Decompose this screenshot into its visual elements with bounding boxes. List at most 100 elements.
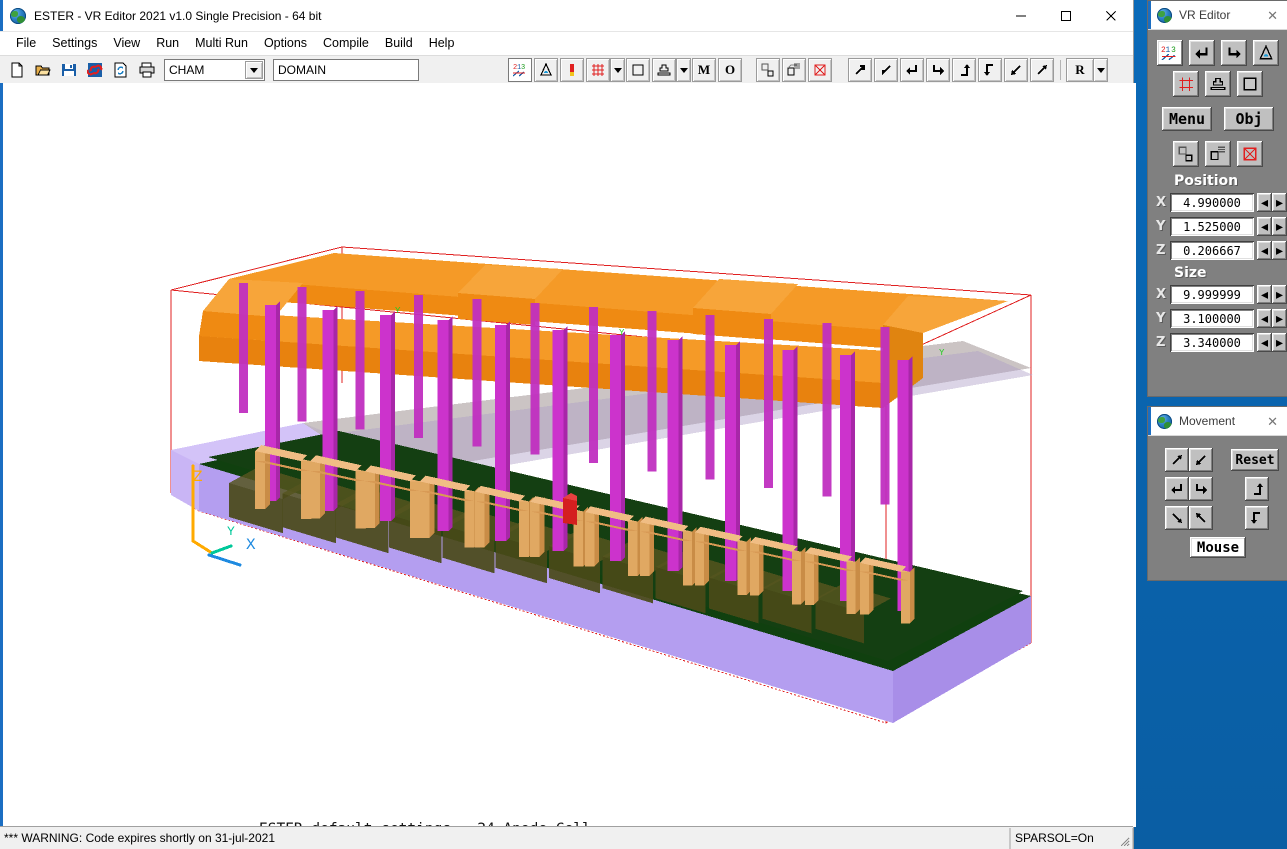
menu-bar: File Settings View Run Multi Run Options… xyxy=(0,32,1133,55)
rotate-down-icon[interactable] xyxy=(1245,506,1269,530)
mouse-button[interactable]: Mouse xyxy=(1190,537,1246,558)
spin-right-icon[interactable]: ▸ xyxy=(1272,193,1287,212)
position-x-input[interactable]: 4.990000 xyxy=(1170,193,1254,212)
grid-icon[interactable] xyxy=(586,58,610,82)
spin-left-icon[interactable]: ◂ xyxy=(1257,193,1272,212)
probe-icon[interactable] xyxy=(534,58,558,82)
model-facet xyxy=(430,477,435,538)
square-filled-icon[interactable] xyxy=(1237,71,1263,97)
move-up-right-icon[interactable] xyxy=(1165,448,1189,472)
vr-editor-panel: VR Editor ✕ 213 xyxy=(1147,0,1287,397)
move-up-right-diag-icon[interactable] xyxy=(1189,506,1213,530)
spin-left-icon[interactable]: ◂ xyxy=(1257,217,1272,236)
letter-o-icon[interactable]: O xyxy=(718,58,742,82)
spin-left-icon[interactable]: ◂ xyxy=(1257,333,1272,352)
position-y-input[interactable]: 1.525000 xyxy=(1170,217,1254,236)
thermometer-icon[interactable] xyxy=(560,58,584,82)
main-window: ESTER - VR Editor 2021 v1.0 Single Preci… xyxy=(0,0,1134,849)
model-facet xyxy=(356,291,365,430)
reset-button[interactable]: Reset xyxy=(1231,449,1279,471)
up-arrow-hook-icon[interactable] xyxy=(952,58,976,82)
probe-icon[interactable] xyxy=(1253,40,1279,66)
new-document-icon[interactable] xyxy=(5,58,29,82)
menu-build[interactable]: Build xyxy=(377,34,421,52)
rotate-down-left-icon[interactable] xyxy=(874,58,898,82)
turn-left-icon[interactable] xyxy=(1189,40,1215,66)
spin-left-icon[interactable]: ◂ xyxy=(1257,241,1272,260)
turn-left-icon[interactable] xyxy=(900,58,924,82)
viewport-3d[interactable]: Y Y Y Z X Y ESTER default settings - 24 … xyxy=(0,83,1136,827)
maximize-button[interactable] xyxy=(1043,0,1088,31)
menu-compile[interactable]: Compile xyxy=(315,34,377,52)
print-icon[interactable] xyxy=(135,58,159,82)
iron-icon[interactable] xyxy=(652,58,676,82)
move-up-right-icon[interactable] xyxy=(1030,58,1054,82)
vr-editor-close-button[interactable]: ✕ xyxy=(1267,9,1278,22)
domain-field[interactable]: DOMAIN xyxy=(273,59,419,81)
menu-run[interactable]: Run xyxy=(148,34,187,52)
geometry-icon[interactable] xyxy=(782,58,806,82)
turn-right-icon[interactable] xyxy=(1221,40,1247,66)
spin-right-icon[interactable]: ▸ xyxy=(1272,309,1287,328)
case-combo[interactable]: CHAM xyxy=(164,59,265,81)
r-button[interactable]: R xyxy=(1066,58,1094,82)
grid-icon[interactable] xyxy=(1173,71,1199,97)
link-icon[interactable] xyxy=(83,58,107,82)
rotate-up-right-icon[interactable] xyxy=(848,58,872,82)
objects-icon[interactable] xyxy=(756,58,780,82)
position-heading: Position xyxy=(1148,173,1287,189)
obj-button[interactable]: Obj xyxy=(1224,107,1274,131)
save-disk-icon[interactable] xyxy=(57,58,81,82)
spin-left-icon[interactable]: ◂ xyxy=(1257,285,1272,304)
app-globe-icon xyxy=(10,8,26,24)
geometry-icon[interactable] xyxy=(1205,141,1231,167)
spin-left-icon[interactable]: ◂ xyxy=(1257,309,1272,328)
spin-right-icon[interactable]: ▸ xyxy=(1272,285,1287,304)
move-down-left-diag-icon[interactable] xyxy=(1165,506,1189,530)
delete-object-icon[interactable] xyxy=(1237,141,1263,167)
delete-object-icon[interactable] xyxy=(808,58,832,82)
chevron-down-icon[interactable] xyxy=(245,61,263,79)
size-y-input[interactable]: 3.100000 xyxy=(1170,309,1254,328)
model-facet xyxy=(530,502,540,557)
menu-button[interactable]: Menu xyxy=(1162,107,1212,131)
model-facet xyxy=(495,325,506,541)
spin-right-icon[interactable]: ▸ xyxy=(1272,333,1287,352)
objects-icon[interactable] xyxy=(1173,141,1199,167)
plot-axes-icon[interactable]: 213 xyxy=(1157,40,1183,66)
size-x-input[interactable]: 9.999999 xyxy=(1170,285,1254,304)
rotate-up-icon[interactable] xyxy=(1245,477,1269,501)
menu-settings[interactable]: Settings xyxy=(44,34,105,52)
open-folder-icon[interactable] xyxy=(31,58,55,82)
turn-left-icon[interactable] xyxy=(1165,477,1189,501)
movement-globe-icon xyxy=(1157,414,1172,429)
iron-dropdown-chevron-down-icon[interactable] xyxy=(676,58,691,82)
spin-right-icon[interactable]: ▸ xyxy=(1272,217,1287,236)
move-down-left-icon[interactable] xyxy=(1004,58,1028,82)
iron-icon[interactable] xyxy=(1205,71,1231,97)
plot-axes-icon[interactable]: 213 xyxy=(508,58,532,82)
close-button[interactable] xyxy=(1088,0,1133,31)
letter-m-icon[interactable]: M xyxy=(692,58,716,82)
movement-close-button[interactable]: ✕ xyxy=(1267,415,1278,428)
spin-right-icon[interactable]: ▸ xyxy=(1272,241,1287,260)
menu-file[interactable]: File xyxy=(8,34,44,52)
size-z-input[interactable]: 3.340000 xyxy=(1170,333,1254,352)
resize-grip-icon[interactable] xyxy=(1118,835,1130,847)
menu-view[interactable]: View xyxy=(105,34,148,52)
position-z-input[interactable]: 0.206667 xyxy=(1170,241,1254,260)
minimize-button[interactable] xyxy=(998,0,1043,31)
model-facet xyxy=(814,548,819,605)
turn-right-icon[interactable] xyxy=(1189,477,1213,501)
down-arrow-hook-icon[interactable] xyxy=(978,58,1002,82)
menu-options[interactable]: Options xyxy=(256,34,315,52)
r-dropdown-chevron-down-icon[interactable] xyxy=(1093,58,1108,82)
move-down-left-icon[interactable] xyxy=(1189,448,1213,472)
menu-multi-run[interactable]: Multi Run xyxy=(187,34,256,52)
square-outline-icon[interactable] xyxy=(626,58,650,82)
grid-dropdown-chevron-down-icon[interactable] xyxy=(610,58,625,82)
vr-editor-globe-icon xyxy=(1157,8,1172,23)
turn-right-icon[interactable] xyxy=(926,58,950,82)
copy-file-icon[interactable] xyxy=(109,58,133,82)
menu-help[interactable]: Help xyxy=(421,34,463,52)
